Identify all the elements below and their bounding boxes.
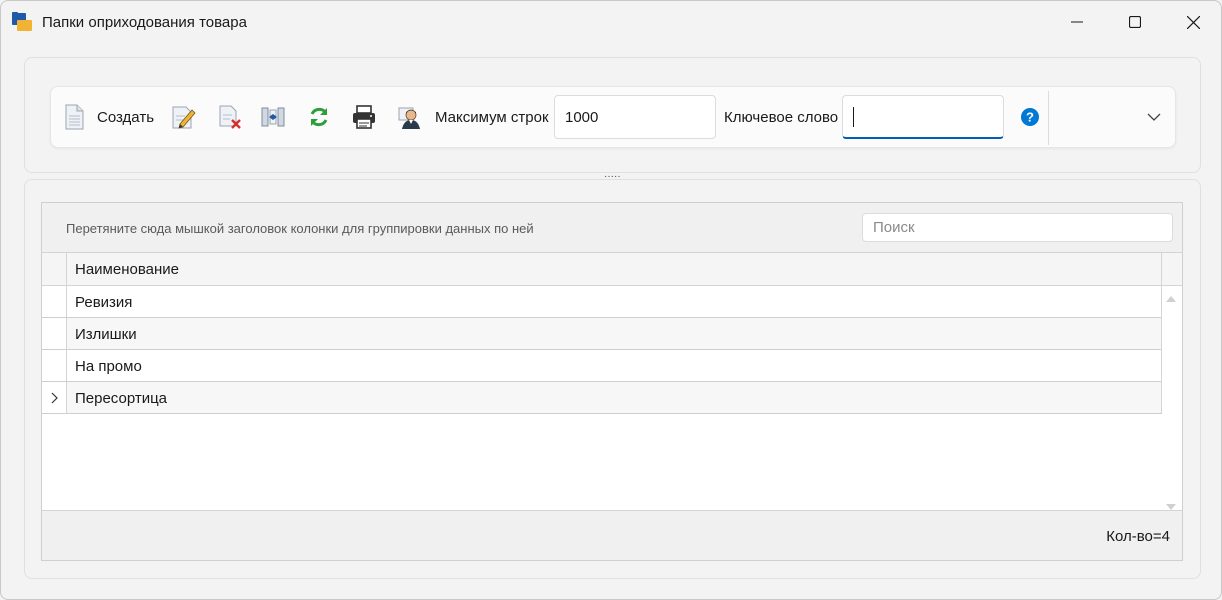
table-row[interactable]: Пересортица <box>42 382 1162 414</box>
grid-search-input[interactable]: Поиск <box>862 213 1173 242</box>
row-indicator <box>42 318 67 349</box>
delete-document-icon <box>217 104 243 130</box>
help-button[interactable]: ? <box>1017 87 1043 147</box>
row-right-border <box>1161 350 1162 382</box>
new-document-icon <box>61 104 87 130</box>
cell-name: Пересортица <box>75 390 168 407</box>
top-panel: Создать Максимум строк 1000 Ключевое сло… <box>24 57 1201 173</box>
cell-name: Излишки <box>75 326 137 343</box>
maximize-icon <box>1129 16 1141 28</box>
help-icon: ? <box>1017 104 1043 130</box>
cell-name: Ревизия <box>75 294 133 311</box>
refresh-icon <box>306 104 332 130</box>
scroll-up-arrow-icon[interactable] <box>1166 289 1176 307</box>
chevron-down-icon <box>1141 104 1167 130</box>
user-button[interactable] <box>396 87 422 147</box>
header-indicator-cell <box>42 253 67 285</box>
current-row-indicator <box>42 382 67 413</box>
row-right-border <box>1161 286 1162 318</box>
toolbar-overflow-button[interactable] <box>1141 87 1167 147</box>
minimize-button[interactable] <box>1048 1 1106 43</box>
text-caret <box>853 106 854 127</box>
max-rows-input[interactable]: 1000 <box>554 95 716 139</box>
toolbar-separator <box>1048 91 1049 145</box>
printer-icon <box>351 104 377 130</box>
table-row[interactable]: На промо <box>42 350 1162 382</box>
search-placeholder: Поиск <box>873 219 915 236</box>
keyword-label: Ключевое слово <box>724 108 839 126</box>
row-indicator <box>42 350 67 381</box>
folder-app-icon <box>12 12 32 32</box>
group-by-hint: Перетяните сюда мышкой заголовок колонки… <box>66 221 534 236</box>
svg-text:?: ? <box>1026 110 1034 125</box>
edit-button[interactable] <box>170 87 196 147</box>
row-right-border <box>1161 382 1162 414</box>
toolbar: Создать Максимум строк 1000 Ключевое сло… <box>50 86 1176 148</box>
grid-header-row: Наименование <box>42 253 1182 286</box>
close-button[interactable] <box>1164 1 1221 43</box>
refresh-button[interactable] <box>306 87 332 147</box>
cell-name: На промо <box>75 358 142 375</box>
row-right-border <box>1161 318 1162 350</box>
keyword-label-wrap: Ключевое слово <box>724 87 838 147</box>
row-count: Кол-во=4 <box>1106 528 1170 545</box>
table-row[interactable]: Излишки <box>42 318 1162 350</box>
group-by-panel[interactable]: Перетяните сюда мышкой заголовок колонки… <box>42 203 1182 253</box>
table-row[interactable]: Ревизия <box>42 286 1162 318</box>
data-grid: Перетяните сюда мышкой заголовок колонки… <box>41 202 1183 561</box>
max-rows-label: Максимум строк <box>435 108 549 126</box>
edit-document-icon <box>170 104 196 130</box>
window-title: Папки оприходования товара <box>42 14 247 31</box>
delete-button[interactable] <box>217 87 243 147</box>
close-icon <box>1186 15 1200 29</box>
create-button[interactable]: Создать <box>61 87 154 147</box>
create-label: Создать <box>97 108 155 126</box>
title-bar[interactable]: Папки оприходования товара <box>1 1 1221 43</box>
maximize-button[interactable] <box>1106 1 1164 43</box>
user-icon <box>396 104 422 130</box>
chevron-right-icon <box>51 392 58 403</box>
grid-footer: Кол-во=4 <box>42 510 1182 560</box>
keyword-input[interactable] <box>842 95 1004 139</box>
bottom-panel: Перетяните сюда мышкой заголовок колонки… <box>24 179 1201 579</box>
max-rows-value: 1000 <box>565 108 599 126</box>
merge-columns-icon <box>260 104 286 130</box>
max-rows-label-wrap: Максимум строк <box>435 87 549 147</box>
column-header-name[interactable]: Наименование <box>75 261 179 278</box>
header-scroll-corner <box>1161 253 1182 286</box>
app-window: Папки оприходования товара Создать Макси… <box>0 0 1222 600</box>
merge-button[interactable] <box>260 87 286 147</box>
row-indicator <box>42 286 67 317</box>
minimize-icon <box>1071 21 1083 23</box>
print-button[interactable] <box>351 87 377 147</box>
